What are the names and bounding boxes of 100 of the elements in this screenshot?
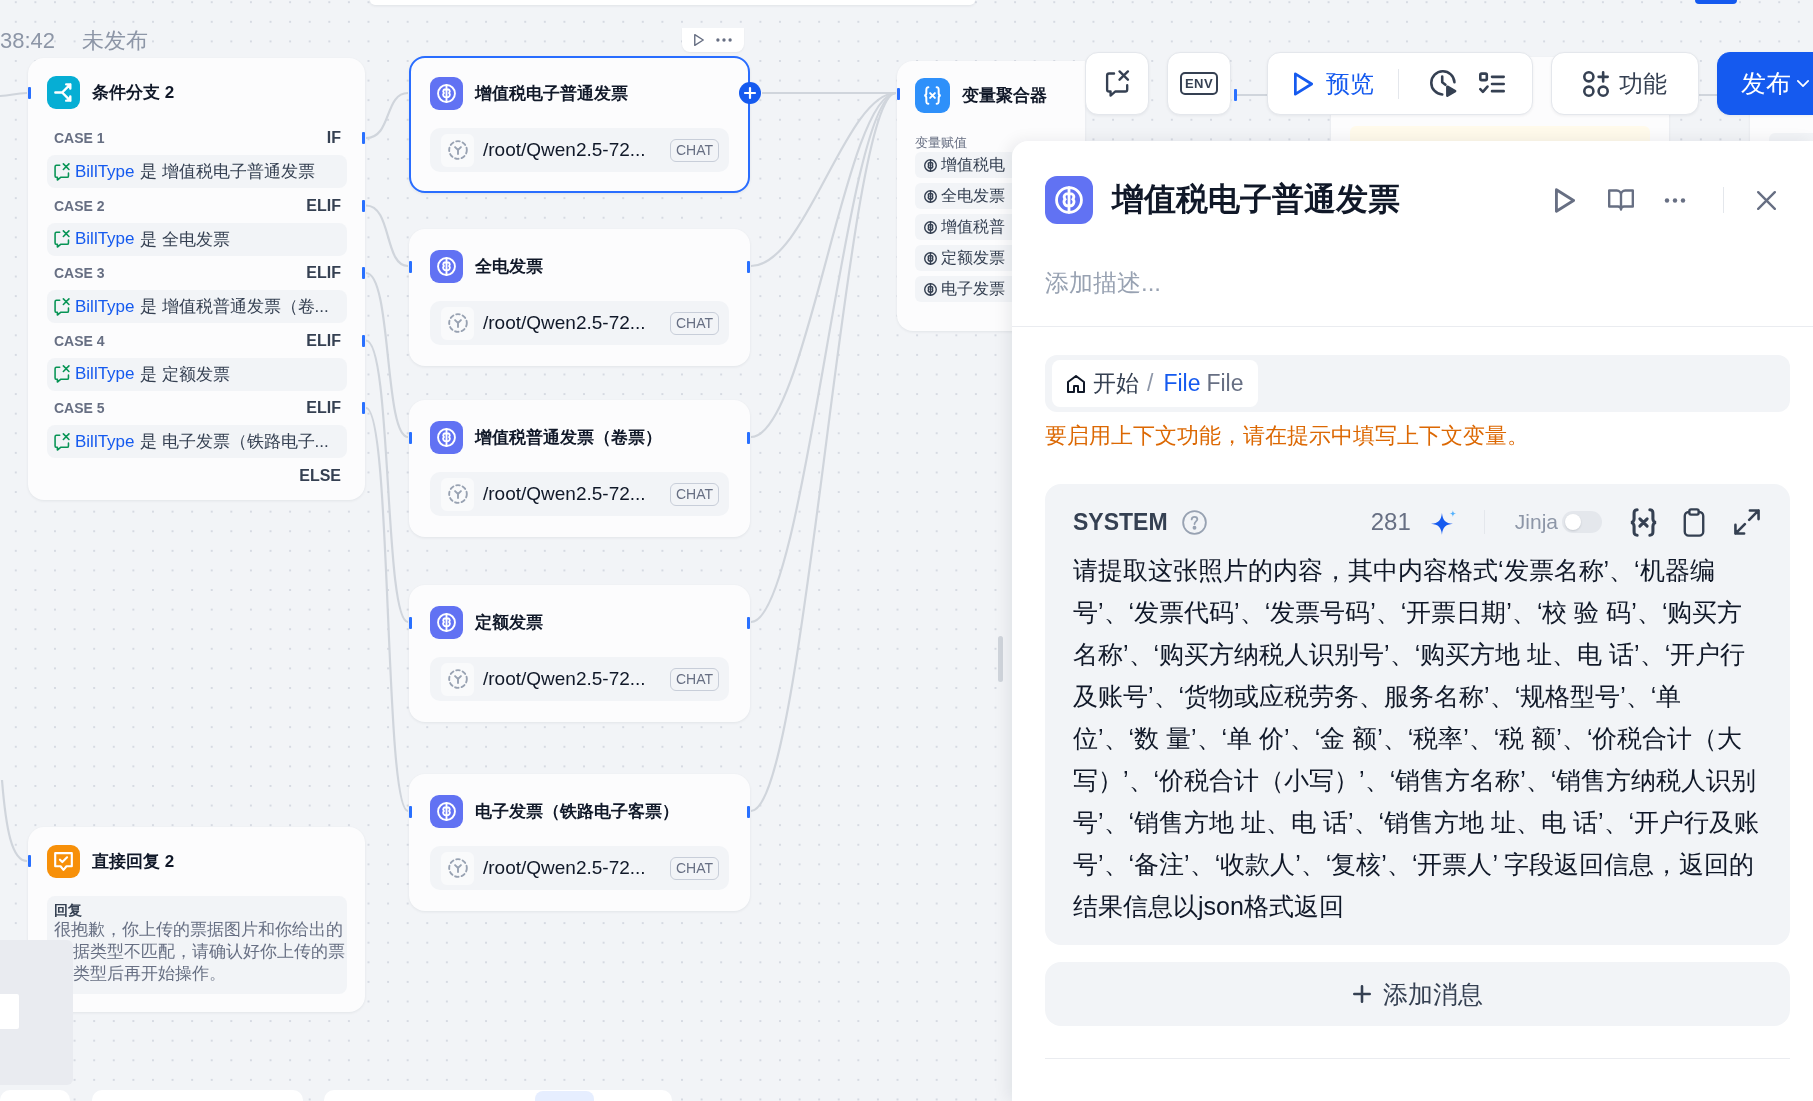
connector-line (365, 204, 409, 268)
plus-circle-icon[interactable] (739, 82, 761, 104)
jinja-label: Jinja (1514, 510, 1558, 534)
variable-item[interactable]: 定额发票 (915, 245, 1012, 271)
port-handle[interactable] (409, 617, 412, 629)
port-handle[interactable] (28, 87, 31, 99)
variable-item[interactable]: 全电发票 (915, 183, 1012, 209)
add-message-button[interactable]: 添加消息 (1045, 962, 1790, 1026)
token-count: 281 (1370, 508, 1411, 536)
brain-icon (430, 421, 463, 454)
branch-label: ELSE (299, 466, 341, 485)
path-separator: / (1147, 370, 1154, 397)
port-handle[interactable] (747, 261, 750, 273)
model-selector[interactable]: /root/Qwen2.5-72... CHAT (430, 472, 729, 516)
llm-node[interactable]: 增值税普通发票（卷票） /root/Qwen2.5-72... CHAT (409, 400, 750, 537)
play-icon[interactable] (1555, 187, 1575, 213)
node-title: 条件分支 2 (92, 82, 175, 104)
brain-icon (430, 795, 463, 828)
llm-node[interactable]: 电子发票（铁路电子客票） /root/Qwen2.5-72... CHAT (409, 774, 750, 911)
chat-variable-icon (54, 365, 70, 383)
clipboard-icon[interactable] (1683, 507, 1705, 537)
node-name: 开始 (1093, 369, 1139, 398)
condition-row[interactable]: BillType 是 全电发票 (47, 222, 347, 256)
more-icon[interactable] (1664, 197, 1686, 203)
close-icon[interactable] (1757, 190, 1776, 210)
port-handle[interactable] (747, 806, 750, 818)
checklist-icon[interactable] (1479, 71, 1505, 96)
preview-button[interactable]: 预览 (1294, 67, 1374, 100)
branch-label: IF (326, 129, 341, 147)
chat-variable-icon (54, 162, 70, 181)
port-handle[interactable] (747, 617, 750, 629)
llm-node[interactable]: 增值税电子普通发票 /root/Qwen2.5-72... CHAT (409, 56, 750, 193)
condition-row[interactable]: BillType 是 增值税电子普通发票 (47, 155, 347, 188)
llm-node[interactable]: 定额发票 /root/Qwen2.5-72... CHAT (409, 585, 750, 722)
port-handle[interactable] (409, 806, 412, 818)
reply-node[interactable]: 直接回复 2 回复 很抱歉，你上传的票据图片和你给出的 据类型不匹配，请确认好你上传的票 类型后再开始操作。 (28, 827, 365, 1012)
variable-item[interactable]: 增值税电 (915, 152, 1012, 178)
condition-row[interactable]: BillType 是 增值税普通发票（卷... (47, 290, 347, 323)
port-handle[interactable] (362, 199, 365, 212)
port-handle[interactable] (897, 88, 900, 100)
chevron-down-icon (1797, 80, 1809, 87)
port-handle[interactable] (362, 132, 365, 144)
item-label: 增值税普 (941, 216, 1005, 237)
variable-chat-button[interactable] (1085, 52, 1149, 115)
port-handle[interactable] (409, 432, 412, 444)
connector-line (0, 91, 28, 98)
model-name: /root/Qwen2.5-72... (483, 857, 647, 879)
history-icon[interactable] (1430, 70, 1457, 97)
expand-icon[interactable] (1734, 509, 1760, 535)
port-handle[interactable] (747, 432, 750, 444)
variable-type: File (1206, 370, 1244, 397)
node-title: 增值税普通发票（卷票） (475, 427, 662, 449)
model-name: /root/Qwen2.5-72... (483, 483, 647, 505)
brain-icon (430, 250, 463, 283)
node-title: 变量聚合器 (962, 85, 1047, 107)
reply-text-line: 很抱歉，你上传的票据图片和你给出的 (54, 920, 343, 938)
more-icon[interactable] (716, 38, 732, 42)
publish-button[interactable]: 发布 (1717, 52, 1813, 115)
port-handle[interactable] (1234, 89, 1237, 101)
book-icon[interactable] (1608, 189, 1634, 211)
variable-item[interactable]: 电子发票 (915, 276, 1012, 302)
variable-name: BillType (75, 364, 135, 384)
jinja-toggle[interactable] (1562, 511, 1602, 533)
play-icon (1294, 71, 1313, 96)
dashed-ring-icon (441, 851, 474, 885)
variable-icon (915, 78, 950, 113)
model-selector[interactable]: /root/Qwen2.5-72... CHAT (430, 657, 729, 701)
chat-variable-icon (54, 297, 70, 316)
home-icon (1067, 374, 1085, 393)
mode-badge: CHAT (669, 138, 719, 162)
play-icon[interactable] (694, 34, 704, 46)
prompt-text[interactable]: 请提取这张照片的内容，其中内容格式‘发票名称’、‘机器编号’、‘发票代码’、‘发票号码’、‘开票日期’、‘校 验 码’、‘购买方名称’、‘购买方纳税人识别号’、‘购买方地 址、电 话’、‘开户行及账号’、‘货物或应税劳务、服务名称’、‘规格型号’、‘单位’、‘数 量’、‘单 价’、‘金 额’、‘税率’、‘税 额’、‘价税合计（大写）’、‘价税合计（小写）’、‘销售方名称’、‘销售方纳税人识别号’、‘销售方地 址、电 话’、‘销售方地 址、电 话’、‘开户行及账号’、‘备注’、‘收款人’、‘复核’、‘开票人’ 字段返回信息，返回的结果信息以json格式返回 (1073, 549, 1760, 927)
dashed-ring-icon (441, 477, 474, 511)
model-selector[interactable]: /root/Qwen2.5-72... CHAT (430, 846, 729, 890)
llm-node[interactable]: 全电发票 /root/Qwen2.5-72... CHAT (409, 229, 750, 366)
port-handle[interactable] (362, 334, 365, 347)
variable-icon[interactable] (1629, 507, 1658, 537)
model-selector[interactable]: /root/Qwen2.5-72... CHAT (430, 301, 729, 345)
port-handle[interactable] (362, 267, 365, 279)
port-handle[interactable] (362, 402, 365, 414)
resize-handle[interactable] (998, 636, 1003, 682)
mode-badge: CHAT (669, 311, 719, 335)
env-button[interactable]: ENV (1167, 52, 1231, 115)
features-button[interactable]: 功能 (1551, 52, 1699, 115)
reply-text-line: 类型后再开始操作。 (73, 964, 226, 982)
node-title: 增值税电子普通发票 (475, 83, 628, 105)
sparkle-icon[interactable] (1430, 509, 1457, 535)
port-handle[interactable] (409, 261, 412, 273)
model-selector[interactable]: /root/Qwen2.5-72... CHAT (430, 128, 729, 172)
condition-row[interactable]: BillType 是 电子发票（铁路电子... (47, 425, 347, 458)
help-icon[interactable] (1181, 509, 1207, 535)
variable-item[interactable]: 增值税普 (915, 214, 1012, 240)
prompt-editor[interactable] (1045, 484, 1790, 945)
condition-node[interactable]: 条件分支 2 CASE 1 IF BillType 是 增值税电子普通发票 CASE 2 ELIF BillType 是 全电发票 CASE 3 ELIF BillType 是 增值税普通发票（卷... CASE 4 ELIF BillType 是 定额发票 CASE 5 ELIF BillType 是 电子发票（铁路电子... ELSE (28, 58, 365, 500)
item-label: 定额发票 (941, 247, 1005, 268)
condition-row[interactable]: BillType 是 定额发票 (47, 357, 347, 391)
brain-icon (924, 158, 937, 172)
apps-plus-icon (1583, 70, 1609, 97)
port-handle[interactable] (28, 855, 31, 867)
context-field[interactable]: 开始 / File File (1045, 355, 1790, 412)
